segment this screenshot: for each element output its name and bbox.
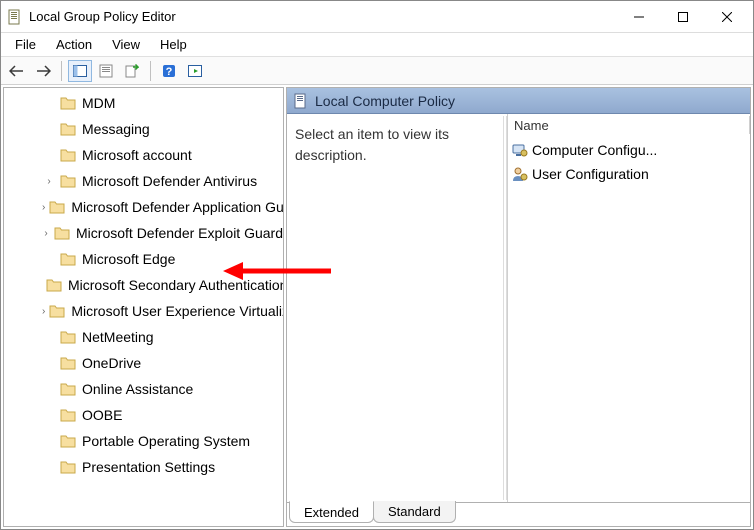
properties-button[interactable]	[94, 60, 118, 82]
tree-panel: MDM Messaging Microsoft account › Microsoft …	[3, 87, 284, 527]
tree-item[interactable]: Microsoft Secondary Authentication Facto…	[4, 272, 283, 298]
list-column-header[interactable]: Name	[508, 114, 750, 136]
list-item-label: User Configuration	[532, 166, 649, 182]
folder-icon	[60, 459, 76, 475]
folder-icon	[60, 407, 76, 423]
folder-icon	[49, 303, 65, 319]
folder-icon	[60, 329, 76, 345]
tree-item-label: Microsoft Defender Exploit Guard	[76, 225, 283, 241]
list-item[interactable]: Computer Configu...	[512, 138, 746, 162]
tree-item[interactable]: › Microsoft User Experience Virtualizatio…	[4, 298, 283, 324]
window-title: Local Group Policy Editor	[29, 9, 617, 24]
folder-icon	[60, 121, 76, 137]
svg-text:?: ?	[166, 66, 173, 78]
tree-item[interactable]: Messaging	[4, 116, 283, 142]
menu-help[interactable]: Help	[150, 35, 197, 54]
folder-icon	[60, 433, 76, 449]
export-button[interactable]	[120, 60, 144, 82]
tree-item[interactable]: Microsoft Edge	[4, 246, 283, 272]
menu-file[interactable]: File	[5, 35, 46, 54]
menubar: File Action View Help	[1, 33, 753, 57]
tree-item[interactable]: › Microsoft Defender Antivirus	[4, 168, 283, 194]
folder-icon	[46, 277, 62, 293]
tree-item-label: Messaging	[82, 121, 150, 137]
details-header: Local Computer Policy	[287, 88, 750, 114]
toolbar-separator	[61, 61, 62, 81]
computer-config-icon	[512, 142, 528, 158]
policy-doc-icon	[293, 93, 309, 109]
tree-item-label: NetMeeting	[82, 329, 154, 345]
toolbar-separator	[150, 61, 151, 81]
tree-item-label: Microsoft Defender Antivirus	[82, 173, 257, 189]
list-pane: Name Computer Configu... User Configurat…	[507, 114, 750, 502]
folder-icon	[60, 251, 76, 267]
tree-item-label: Microsoft User Experience Virtualization	[71, 303, 283, 319]
minimize-button[interactable]	[617, 2, 661, 32]
tree-item-label: OOBE	[82, 407, 122, 423]
tree-scroll[interactable]: MDM Messaging Microsoft account › Microsoft …	[4, 88, 283, 526]
filter-button[interactable]	[183, 60, 207, 82]
tree-item-label: Microsoft Edge	[82, 251, 175, 267]
tree-item-label: Microsoft account	[82, 147, 192, 163]
tree-item-label: OneDrive	[82, 355, 141, 371]
titlebar: Local Group Policy Editor	[1, 1, 753, 33]
policy-doc-icon	[7, 9, 23, 25]
tree-item[interactable]: NetMeeting	[4, 324, 283, 350]
show-tree-button[interactable]	[68, 60, 92, 82]
folder-icon	[49, 199, 65, 215]
tab-standard[interactable]: Standard	[373, 501, 456, 523]
folder-icon	[60, 147, 76, 163]
folder-icon	[60, 173, 76, 189]
tree-item[interactable]: Portable Operating System	[4, 428, 283, 454]
toolbar: ?	[1, 57, 753, 85]
tree-item-label: MDM	[82, 95, 115, 111]
help-button[interactable]: ?	[157, 60, 181, 82]
tree-item[interactable]: › Microsoft Defender Exploit Guard	[4, 220, 283, 246]
description-text: Select an item to view its description.	[295, 124, 495, 166]
tree-item-label: Presentation Settings	[82, 459, 215, 475]
folder-icon	[60, 355, 76, 371]
details-body: Select an item to view its description. …	[287, 114, 750, 502]
tree-item-label: Microsoft Defender Application Guard	[71, 199, 283, 215]
list-item[interactable]: User Configuration	[512, 162, 746, 186]
details-title: Local Computer Policy	[315, 93, 455, 109]
tree-item-label: Portable Operating System	[82, 433, 250, 449]
tree-item[interactable]: Microsoft account	[4, 142, 283, 168]
tree-item[interactable]: OOBE	[4, 402, 283, 428]
details-panel: Local Computer Policy Select an item to …	[286, 87, 751, 527]
user-config-icon	[512, 166, 528, 182]
tabs-strip: Extended Standard	[287, 502, 750, 526]
tree-item[interactable]: OneDrive	[4, 350, 283, 376]
tree-expander[interactable]: ›	[42, 228, 50, 239]
list-item-label: Computer Configu...	[532, 142, 657, 158]
tab-extended[interactable]: Extended	[289, 501, 374, 523]
content-area: MDM Messaging Microsoft account › Microsoft …	[1, 85, 753, 529]
menu-view[interactable]: View	[102, 35, 150, 54]
menu-action[interactable]: Action	[46, 35, 102, 54]
folder-icon	[60, 95, 76, 111]
tree-item[interactable]: Online Assistance	[4, 376, 283, 402]
back-button[interactable]	[5, 60, 29, 82]
maximize-button[interactable]	[661, 2, 705, 32]
folder-icon	[54, 225, 70, 241]
tree-expander[interactable]: ›	[42, 176, 56, 187]
tree-item-label: Microsoft Secondary Authentication Facto…	[68, 277, 283, 293]
tree-expander[interactable]: ›	[42, 202, 45, 213]
folder-icon	[60, 381, 76, 397]
tree-item-label: Online Assistance	[82, 381, 193, 397]
tree-item[interactable]: › Microsoft Defender Application Guard	[4, 194, 283, 220]
forward-button[interactable]	[31, 60, 55, 82]
description-pane: Select an item to view its description.	[287, 114, 503, 502]
tree-item[interactable]: Presentation Settings	[4, 454, 283, 480]
tree-expander[interactable]: ›	[42, 306, 45, 317]
tree-item[interactable]: MDM	[4, 90, 283, 116]
close-button[interactable]	[705, 2, 749, 32]
